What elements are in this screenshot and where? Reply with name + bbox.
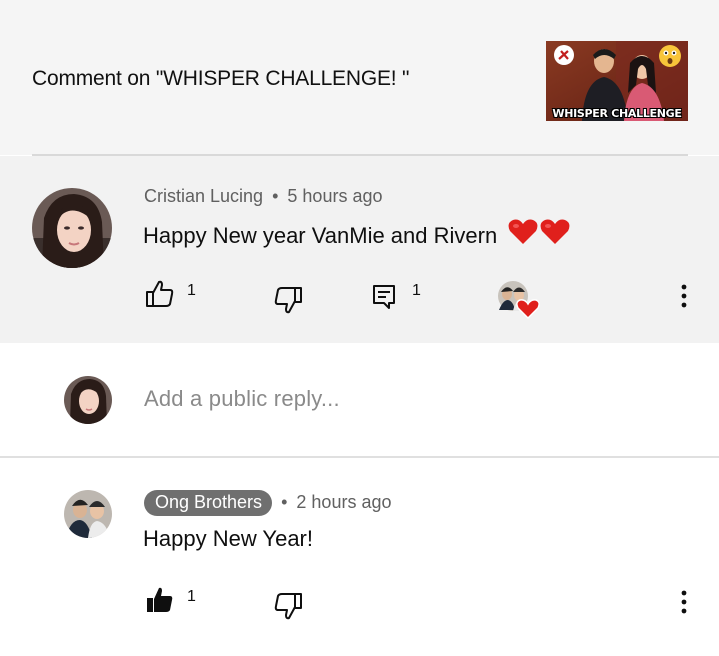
reply-button[interactable] bbox=[372, 283, 404, 315]
reply-author-avatar[interactable] bbox=[64, 490, 112, 538]
like-count: 1 bbox=[187, 282, 196, 299]
creator-heart bbox=[497, 280, 541, 320]
comment-meta: Cristian Lucing • 5 hours ago bbox=[144, 186, 382, 207]
meta-separator: • bbox=[281, 492, 288, 512]
page-title: Comment on "WHISPER CHALLENGE! " bbox=[32, 67, 410, 90]
reply-time: 2 hours ago bbox=[296, 492, 392, 512]
reply-dislike-button[interactable] bbox=[272, 590, 304, 622]
like-button[interactable] bbox=[144, 278, 176, 310]
thumbnail-caption: WHISPER CHALLENGE bbox=[552, 107, 682, 120]
comment-header: Comment on "WHISPER CHALLENGE! " WHISPER… bbox=[0, 0, 719, 155]
thumbs-up-filled-icon bbox=[147, 587, 173, 612]
reply-divider bbox=[0, 456, 719, 458]
thumbs-up-icon bbox=[146, 280, 174, 307]
video-thumbnail[interactable]: WHISPER CHALLENGE bbox=[546, 41, 688, 121]
meta-separator: • bbox=[272, 186, 279, 206]
user-avatar bbox=[64, 376, 112, 424]
comment-author[interactable]: Cristian Lucing bbox=[144, 186, 263, 206]
reply-count: 1 bbox=[412, 282, 421, 299]
add-reply-input[interactable]: Add a public reply... bbox=[144, 386, 340, 412]
commenter-avatar[interactable] bbox=[32, 188, 112, 268]
more-vert-icon bbox=[681, 590, 687, 614]
comment-icon bbox=[373, 285, 395, 309]
more-options-button[interactable] bbox=[674, 282, 694, 312]
avatar-image bbox=[32, 188, 112, 268]
thumbs-down-icon bbox=[274, 287, 302, 314]
owner-badge[interactable]: Ong Brothers bbox=[144, 490, 273, 516]
reply-more-options-button[interactable] bbox=[674, 588, 694, 618]
avatar-image bbox=[64, 376, 112, 424]
comment-text: Happy New year VanMie and Rivern bbox=[143, 223, 498, 248]
reply-text: Happy New Year! bbox=[143, 526, 313, 551]
comment-text-row: Happy New year VanMie and Rivern bbox=[143, 218, 571, 252]
avatar-image bbox=[64, 490, 112, 538]
dislike-button[interactable] bbox=[272, 284, 304, 316]
creator-heart-icon bbox=[498, 281, 540, 320]
comment-time: 5 hours ago bbox=[287, 186, 383, 206]
reply-like-count: 1 bbox=[187, 588, 196, 605]
reply-meta: Ong Brothers • 2 hours ago bbox=[144, 490, 391, 516]
thumbs-down-icon bbox=[274, 593, 302, 620]
more-vert-icon bbox=[681, 284, 687, 308]
reply-like-button[interactable] bbox=[144, 584, 176, 616]
heart-emoji-icon bbox=[507, 218, 571, 252]
